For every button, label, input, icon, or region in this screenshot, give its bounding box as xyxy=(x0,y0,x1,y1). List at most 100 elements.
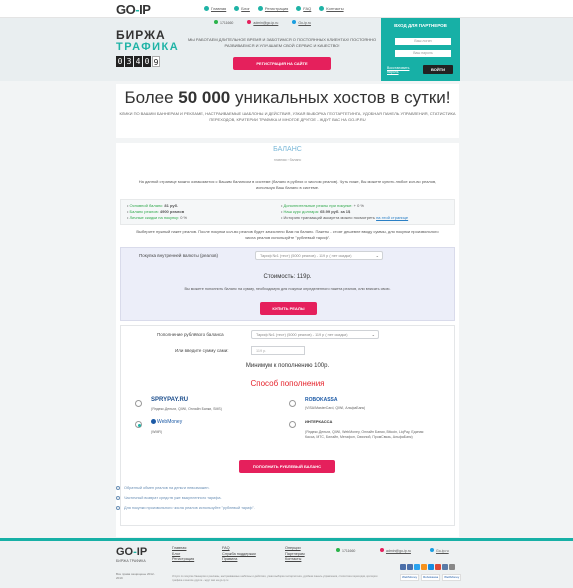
robokassa-desc: (VISA/MasterCard, QIWI, АльфаБанк) xyxy=(305,406,366,410)
footer-copyright: Все права защищены 2012-2019 xyxy=(116,572,155,580)
intro-text: На данной странице можно ознакомится с В… xyxy=(138,179,437,190)
faq-icon xyxy=(296,6,302,12)
footer-description: Услуги по покупке баннеров и рекламы, на… xyxy=(172,575,378,582)
site-logo[interactable]: GO-IP xyxy=(116,2,151,17)
email-share-icon[interactable] xyxy=(449,564,455,570)
home-icon xyxy=(204,6,209,12)
topup-label: Пополнение рублёвого баланса xyxy=(157,332,224,337)
login-button[interactable]: ВОЙТИ xyxy=(423,65,453,74)
hero-text: МЫ РАБОТАЕМ ДЛИТЕЛЬНОЕ ВРЕМЯ И ЗАБОТИМСЯ… xyxy=(187,37,377,48)
balance-info-right: • Дополнительные реалы при покупке: + 0 … xyxy=(281,203,408,221)
balance-card: БАЛАНС главная › баланс На данной страни… xyxy=(116,143,459,537)
google-icon[interactable] xyxy=(435,564,441,570)
interkassa-logo: ИНТЕРКАССА xyxy=(305,419,333,424)
counter-digit: 0 xyxy=(143,56,151,67)
footer-link[interactable]: Контакты xyxy=(285,557,305,563)
note-item: Для покупки произвольного числа реалов и… xyxy=(116,506,416,510)
info-icon xyxy=(116,486,120,490)
facebook-icon[interactable] xyxy=(407,564,413,570)
forgot-password-link[interactable]: Восстановить пароль xyxy=(387,66,417,74)
breadcrumb[interactable]: главная › баланс xyxy=(116,158,459,162)
sprypay-desc: (Яндекс.Деньги, QIWI, Онлайн Банки, SMS) xyxy=(151,407,222,411)
topup-tariff-select[interactable]: Тариф №1 (тест) (5000 реалов) - 119 р ( … xyxy=(251,330,379,339)
top-bar: GO-IP Главная Блог Регистрация FAQ Конта… xyxy=(0,0,573,18)
footer-link[interactable]: Правила xyxy=(222,557,256,563)
vk-icon[interactable] xyxy=(400,564,406,570)
minimum-text: Минимум к пополнению 100р. xyxy=(245,363,330,369)
counter-digit: 9 xyxy=(152,56,160,67)
register-icon xyxy=(257,6,263,12)
note-item: Обратный обмен реалов на деньги невозмож… xyxy=(116,486,416,490)
balance-info: • Основной баланс: 81 руб. • Баланс реал… xyxy=(120,199,455,225)
payment-method-title: Способ пополнения xyxy=(250,379,325,388)
hero-band: БИРЖА ТРАФИКА 0 3 4 0 9 1711660 admin@go… xyxy=(0,18,573,81)
webmoney-desc: (WMR) xyxy=(151,430,163,434)
robokassa-radio[interactable] xyxy=(289,400,296,407)
footer-phone: 1711660 xyxy=(336,548,355,553)
payment-logo: Robokassa xyxy=(421,574,441,581)
footer-skype[interactable]: Go-ip.ru xyxy=(430,548,449,553)
email-contact[interactable]: admin@go-ip.ru xyxy=(247,20,278,25)
note-item: Частичный возврат средств уже выкупленно… xyxy=(116,496,416,500)
info-icon xyxy=(116,496,120,500)
webmoney-radio[interactable] xyxy=(135,421,142,428)
livejournal-icon[interactable] xyxy=(442,564,448,570)
password-input[interactable]: Ваш пароль xyxy=(395,50,451,57)
counter-digit: 3 xyxy=(125,56,133,67)
login-input[interactable]: Ваш логин xyxy=(395,38,451,45)
skype-icon xyxy=(292,20,297,24)
personal-discount: • Личные скидки на покупку: 0 % xyxy=(127,215,188,220)
nav-contacts[interactable]: Контакты xyxy=(319,6,344,12)
mail-icon xyxy=(247,20,252,24)
counter-digit: 0 xyxy=(116,56,124,67)
mailru-icon[interactable] xyxy=(428,564,434,570)
interkassa-desc: (Яндекс.Деньги, QIWI, WebMoney, Онлайн Б… xyxy=(305,430,424,439)
headline-subtitle: КЛИКИ ПО ВАШИМ БАННЕРАМ И РЕКЛАМЕ, НАСТР… xyxy=(119,111,456,122)
topup-button[interactable]: ПОПОЛНИТЬ РУБЛЕВЫЙ БАЛАНС xyxy=(239,460,335,473)
footer-email[interactable]: admin@go-ip.ru xyxy=(380,548,411,553)
footer-col-3: Оперции Партнерам Контакты xyxy=(285,546,305,563)
main-nav: Главная Блог Регистрация FAQ Контакты xyxy=(204,6,344,12)
sum-label: Или введите сумму сами: xyxy=(175,348,229,353)
brand-subtitle: ТРАФИКА xyxy=(116,41,180,53)
nav-home[interactable]: Главная xyxy=(204,6,226,12)
balance-info-left: • Основной баланс: 81 руб. • Баланс реал… xyxy=(127,203,187,221)
odnoklassniki-icon[interactable] xyxy=(421,564,427,570)
phone-contact: 1711660 xyxy=(214,20,233,25)
footer: GO-IP БИРЖА ТРАФИКА Все права защищены 2… xyxy=(0,538,573,588)
chevron-down-icon: ⌄ xyxy=(375,253,379,258)
footer-logo[interactable]: GO-IP xyxy=(116,546,147,558)
blog-icon xyxy=(234,6,240,12)
buy-hint: Вы можете пополнить баланс на сумму, нео… xyxy=(184,287,391,291)
skype-icon xyxy=(430,548,434,552)
sprypay-radio[interactable] xyxy=(135,400,142,407)
footer-col-2: FAQ Служба поддержки Правила xyxy=(222,546,256,563)
nav-faq[interactable]: FAQ xyxy=(296,6,311,12)
interkassa-radio[interactable] xyxy=(289,421,296,428)
nav-register[interactable]: Регистрация xyxy=(257,6,288,12)
sum-input[interactable]: 119 р. xyxy=(251,346,305,355)
headline-title: Более 50 000 уникальных хостов в сутки! xyxy=(124,88,451,107)
buy-reals-label: Покупка внутренней валюты (реалов) xyxy=(139,253,219,258)
headline-banner: Более 50 000 уникальных хостов в сутки! … xyxy=(116,84,459,138)
transaction-history-link[interactable]: на этой странице xyxy=(376,215,408,220)
phone-icon xyxy=(214,20,218,24)
brand-title: БИРЖА xyxy=(116,28,166,42)
robokassa-logo: ROBOKASSA xyxy=(305,397,338,403)
footer-col-1: Главная Блог Регистрация xyxy=(172,546,194,563)
register-button[interactable]: РЕГИСТРАЦИЯ НА САЙТЕ xyxy=(233,57,331,70)
partner-login-panel: ВХОД ДЛЯ ПАРТНЕРОВ Ваш логин Ваш пароль … xyxy=(381,18,460,81)
twitter-icon[interactable] xyxy=(414,564,420,570)
footer-link[interactable]: Регистрация xyxy=(172,557,194,563)
header-contacts: 1711660 admin@go-ip.ru Go-ip.ru xyxy=(214,20,311,25)
skype-contact[interactable]: Go-ip.ru xyxy=(292,20,311,25)
transaction-history: • Историю транзакций аккаунта можно посм… xyxy=(281,215,409,220)
buy-tariff-select[interactable]: Тариф №1 (тест) (5000 реалов) - 119 р ( … xyxy=(255,251,383,260)
contacts-icon xyxy=(319,6,325,12)
phone-icon xyxy=(336,548,340,552)
buy-reals-button[interactable]: КУПИТЬ РЕАЛЫ xyxy=(260,302,317,315)
webmoney-icon xyxy=(151,419,156,425)
nav-blog[interactable]: Блог xyxy=(234,6,250,12)
chevron-down-icon: ⌄ xyxy=(371,332,375,337)
footer-subtitle: БИРЖА ТРАФИКА xyxy=(116,559,146,563)
